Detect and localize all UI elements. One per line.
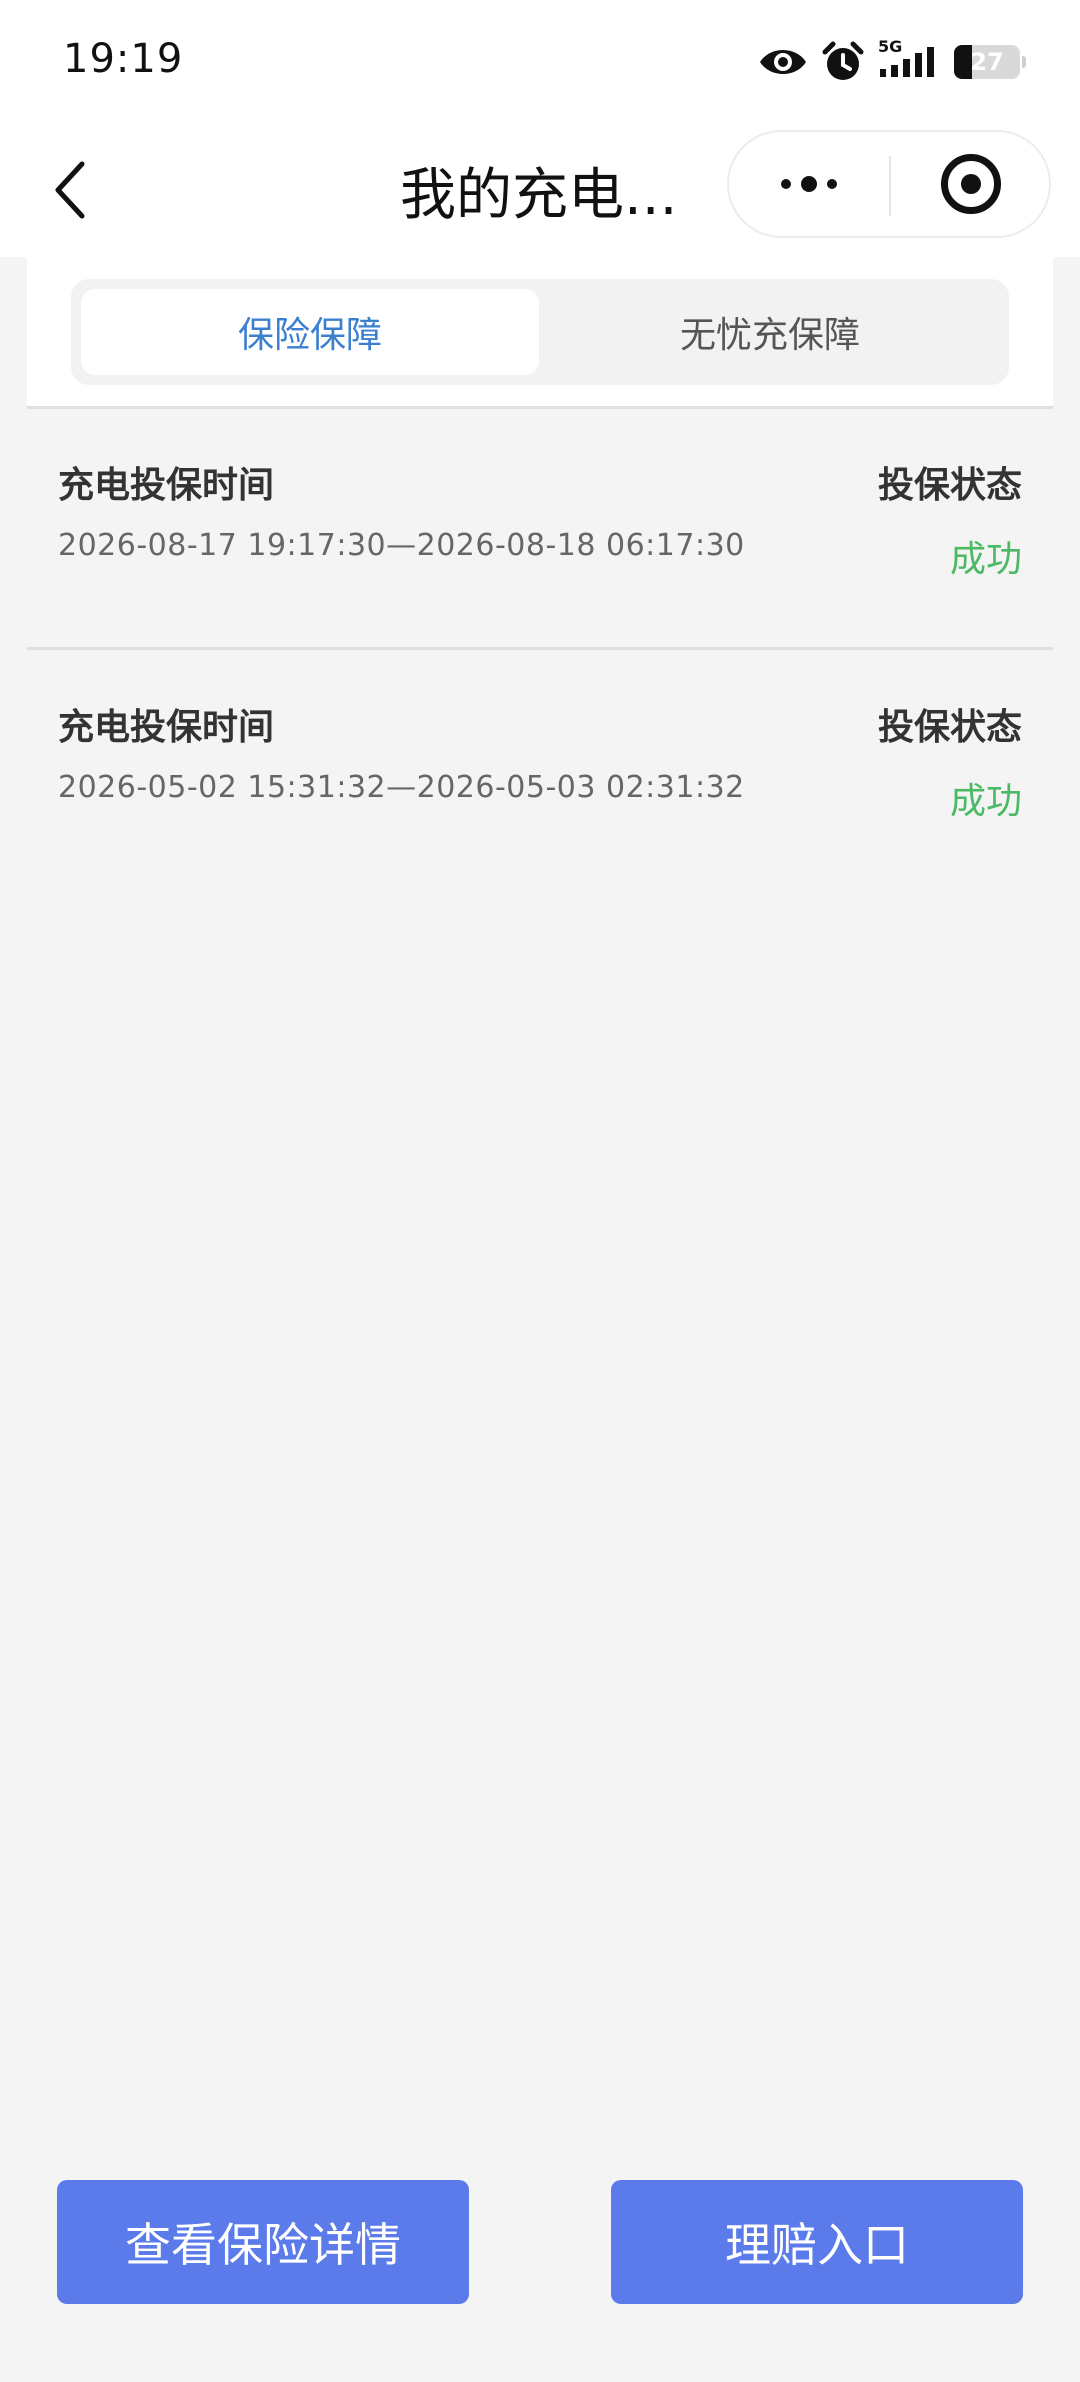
tab-card: 保险保障 无忧充保障 <box>27 257 1053 407</box>
tab-worry-free[interactable]: 无忧充保障 <box>541 289 999 375</box>
capsule-menu <box>727 130 1051 238</box>
divider <box>27 406 1053 409</box>
tab-insurance[interactable]: 保险保障 <box>81 289 539 375</box>
status-badge: 成功 <box>949 539 1022 580</box>
divider <box>27 647 1053 650</box>
record-status-label: 投保状态 <box>877 707 1022 748</box>
status-badge: 成功 <box>949 781 1022 822</box>
record-label: 充电投保时间 <box>58 465 275 506</box>
record-time-range: 2026-08-17 19:17:30—2026-08-18 06:17:30 <box>58 528 745 563</box>
more-dot-right <box>827 179 837 189</box>
close-button[interactable] <box>891 132 1051 236</box>
nav-bar: 我的充电... <box>0 125 1080 257</box>
page-title: 我的充电... <box>400 162 678 228</box>
list-item[interactable]: 充电投保时间 2026-05-02 15:31:32—2026-05-03 02… <box>27 652 1053 890</box>
more-button[interactable] <box>729 132 889 236</box>
list-item[interactable]: 充电投保时间 2026-08-17 19:17:30—2026-08-18 06… <box>27 410 1053 648</box>
back-button[interactable] <box>40 153 100 227</box>
claim-entry-button[interactable]: 理赔入口 <box>611 2180 1023 2304</box>
view-insurance-details-button[interactable]: 查看保险详情 <box>57 2180 469 2304</box>
signal-icon: 5G <box>878 37 940 83</box>
battery-icon: 27 <box>954 45 1026 79</box>
eye-icon <box>760 50 806 74</box>
status-bar: 19:19 5G 27 <box>0 0 1080 125</box>
status-time: 19:19 <box>63 36 184 82</box>
target-close-icon <box>941 154 1001 214</box>
status-icons: 5G 27 <box>758 37 1026 86</box>
more-dot-center <box>801 176 817 192</box>
record-status-label: 投保状态 <box>877 465 1022 506</box>
more-dots-icon <box>781 179 791 189</box>
tab-switch: 保险保障 无忧充保障 <box>71 279 1009 385</box>
battery-level: 27 <box>970 48 1004 76</box>
alarm-icon <box>822 41 864 80</box>
record-label: 充电投保时间 <box>58 707 275 748</box>
chevron-left-icon <box>55 161 85 219</box>
record-time-range: 2026-05-02 15:31:32—2026-05-03 02:31:32 <box>58 770 745 805</box>
